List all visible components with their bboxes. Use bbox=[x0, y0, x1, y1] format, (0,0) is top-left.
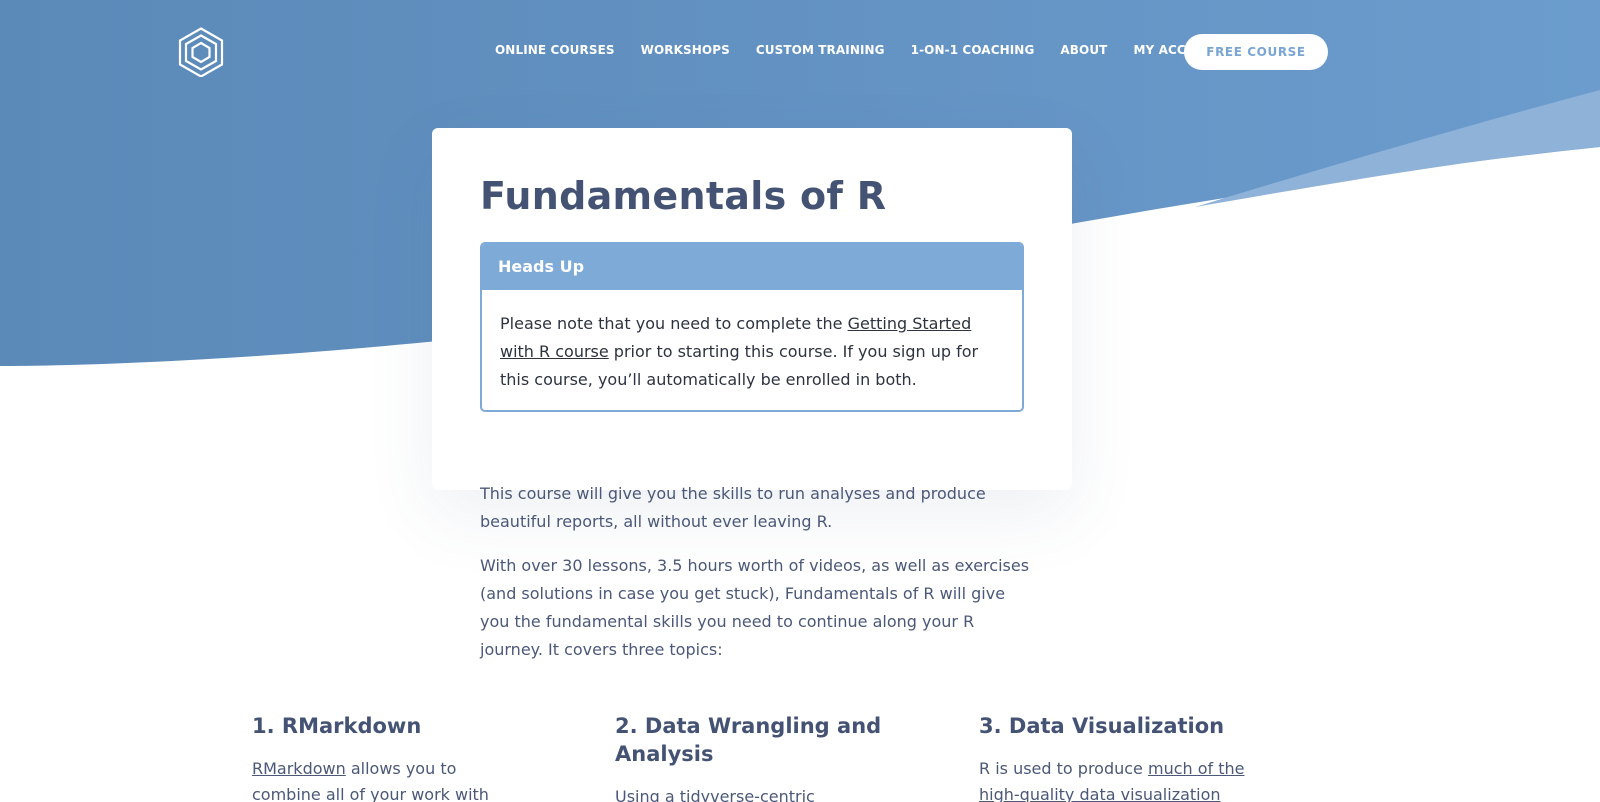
nav-about[interactable]: ABOUT bbox=[1060, 43, 1107, 57]
topic-heading: 1. RMarkdown bbox=[252, 714, 422, 738]
topic-data-wrangling: 2. Data Wrangling and Analysis Using a t… bbox=[615, 712, 885, 802]
free-course-button[interactable]: FREE COURSE bbox=[1184, 34, 1328, 70]
intro-paragraph: This course will give you the skills to … bbox=[480, 484, 986, 531]
tidyverse-link[interactable]: tidyverse-centric bbox=[680, 787, 815, 802]
site-logo-link[interactable] bbox=[178, 27, 224, 77]
nav-workshops[interactable]: WORKSHOPS bbox=[641, 43, 730, 57]
topic-description: RMarkdown allows you to combine all of y… bbox=[252, 756, 522, 802]
site-header: ONLINE COURSES WORKSHOPS CUSTOM TRAINING… bbox=[0, 0, 1600, 104]
topic-data-visualization: 3. Data Visualization R is used to produ… bbox=[979, 712, 1249, 802]
alert-body: Please note that you need to complete th… bbox=[482, 290, 1022, 394]
nav-coaching[interactable]: 1-ON-1 COACHING bbox=[911, 43, 1035, 57]
page-title: Fundamentals of R bbox=[480, 174, 887, 218]
topic-text: Using a bbox=[615, 787, 680, 802]
intro-paragraph: With over 30 lessons, 3.5 hours worth of… bbox=[480, 556, 1030, 659]
course-intro: This course will give you the skills to … bbox=[480, 480, 1035, 680]
main-nav: ONLINE COURSES WORKSHOPS CUSTOM TRAINING… bbox=[495, 43, 1224, 57]
alert-text-before: Please note that you need to complete th… bbox=[500, 314, 848, 333]
alert-title: Heads Up bbox=[482, 244, 1022, 290]
topic-description: R is used to produce much of the high-qu… bbox=[979, 756, 1249, 802]
heads-up-alert: Heads Up Please note that you need to co… bbox=[480, 242, 1024, 412]
course-card: Fundamentals of R Heads Up Please note t… bbox=[432, 128, 1072, 490]
topic-text: R is used to produce bbox=[979, 759, 1148, 778]
hexagon-logo-icon bbox=[178, 27, 224, 77]
nav-online-courses[interactable]: ONLINE COURSES bbox=[495, 43, 615, 57]
topics-list: 1. RMarkdown RMarkdown allows you to com… bbox=[252, 712, 1352, 802]
nav-custom-training[interactable]: CUSTOM TRAINING bbox=[756, 43, 885, 57]
rmarkdown-link[interactable]: RMarkdown bbox=[252, 759, 346, 778]
topic-heading: 3. Data Visualization bbox=[979, 714, 1225, 738]
topic-description: Using a tidyverse-centric bbox=[615, 784, 885, 802]
topic-heading: 2. Data Wrangling and Analysis bbox=[615, 714, 882, 766]
topic-rmarkdown: 1. RMarkdown RMarkdown allows you to com… bbox=[252, 712, 522, 802]
